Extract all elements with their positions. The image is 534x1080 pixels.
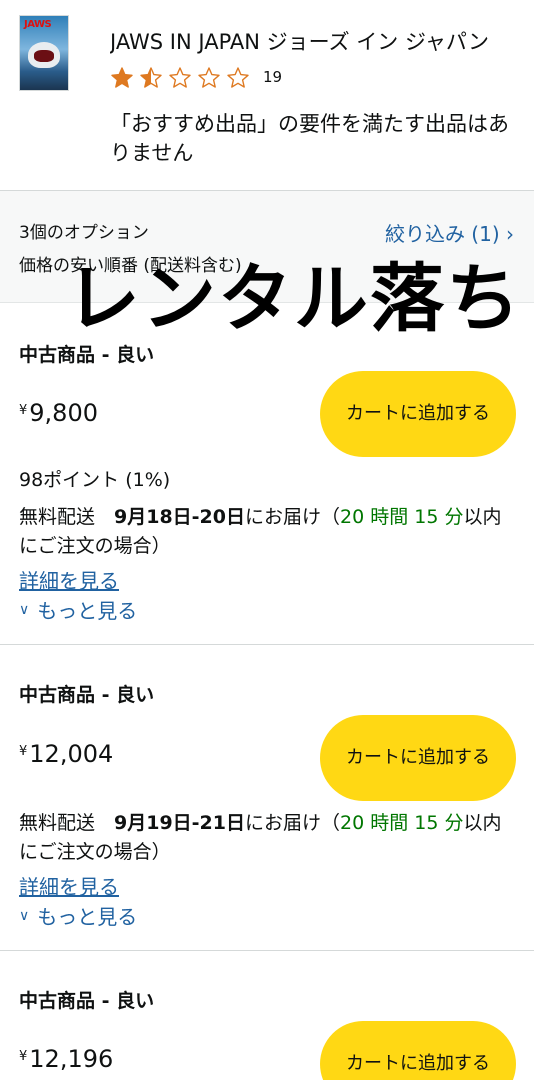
offer-card: 中古商品 - 良い ¥ 12,196 カートに追加する xyxy=(0,951,534,1080)
delivery-info: 無料配送 9月19日-21日にお届け（20 時間 15 分以内にご注文の場合） xyxy=(19,809,514,867)
price-amount: 12,196 xyxy=(29,1045,114,1073)
price-amount: 12,004 xyxy=(29,740,114,768)
currency-symbol: ¥ xyxy=(19,744,28,759)
offer-condition: 中古商品 - 良い xyxy=(19,684,155,706)
see-more-label: もっと見る xyxy=(37,905,138,929)
delivery-date: 9月18日-20日 xyxy=(114,506,246,528)
see-more-link[interactable]: ∨ もっと見る xyxy=(19,595,137,624)
price-amount: 9,800 xyxy=(29,399,98,427)
shark-mouth xyxy=(34,50,54,62)
delivery-prefix: 無料配送 xyxy=(19,506,115,528)
delivery-countdown: 20 時間 15 分 xyxy=(340,812,464,834)
delivery-mid: にお届け（ xyxy=(245,506,341,528)
offer-card: 中古商品 - 良い ¥ 9,800 カートに追加する 98ポイント (1%) 無… xyxy=(0,303,534,645)
delivery-mid: にお届け（ xyxy=(245,812,341,834)
offer-price: ¥ 12,196 xyxy=(19,1045,113,1073)
star-half-icon xyxy=(140,67,162,88)
product-header: JAWS JAWS IN JAPAN ジョーズ イン ジャパン 19 「おすすめ… xyxy=(0,0,534,190)
add-to-cart-button[interactable]: カートに追加する xyxy=(320,371,516,457)
star-full-icon xyxy=(111,67,133,88)
star-empty-icon xyxy=(227,67,249,88)
details-link[interactable]: 詳細を見る xyxy=(19,565,119,594)
option-count: 3個のオプション xyxy=(19,223,149,243)
overlay-caption: レンタル落ち xyxy=(66,256,522,342)
offer-listing-page: JAWS JAWS IN JAPAN ジョーズ イン ジャパン 19 「おすすめ… xyxy=(0,0,534,1080)
chevron-down-icon: ∨ xyxy=(19,907,30,924)
offer-condition: 中古商品 - 良い xyxy=(19,344,155,366)
rating-count[interactable]: 19 xyxy=(263,68,282,86)
delivery-prefix: 無料配送 xyxy=(19,812,115,834)
delivery-date: 9月19日-21日 xyxy=(114,812,246,834)
product-title[interactable]: JAWS IN JAPAN ジョーズ イン ジャパン xyxy=(110,26,520,56)
delivery-info: 無料配送 9月18日-20日にお届け（20 時間 15 分以内にご注文の場合） xyxy=(19,503,514,561)
offer-card: 中古商品 - 良い ¥ 12,004 カートに追加する 無料配送 9月19日-2… xyxy=(0,645,534,951)
see-more-label: もっと見る xyxy=(37,599,138,623)
currency-symbol: ¥ xyxy=(19,403,28,418)
add-to-cart-button[interactable]: カートに追加する xyxy=(320,715,516,801)
offer-price: ¥ 9,800 xyxy=(19,399,98,427)
details-link[interactable]: 詳細を見る xyxy=(19,871,119,900)
offer-condition: 中古商品 - 良い xyxy=(19,990,155,1012)
add-to-cart-button[interactable]: カートに追加する xyxy=(320,1021,516,1080)
currency-symbol: ¥ xyxy=(19,1049,28,1064)
delivery-countdown: 20 時間 15 分 xyxy=(340,506,464,528)
offer-points: 98ポイント (1%) xyxy=(19,469,171,491)
chevron-down-icon: ∨ xyxy=(19,601,30,618)
thumbnail-logo: JAWS xyxy=(24,19,52,30)
product-thumbnail[interactable]: JAWS xyxy=(19,15,69,91)
see-more-link[interactable]: ∨ もっと見る xyxy=(19,901,137,930)
no-featured-offer-message: 「おすすめ出品」の要件を満たす出品はありません xyxy=(110,112,509,165)
offer-price: ¥ 12,004 xyxy=(19,740,113,768)
star-rating[interactable] xyxy=(110,64,255,92)
filter-link[interactable]: 絞り込み (1) › xyxy=(385,218,514,247)
star-empty-icon xyxy=(169,67,191,88)
star-empty-icon xyxy=(198,67,220,88)
